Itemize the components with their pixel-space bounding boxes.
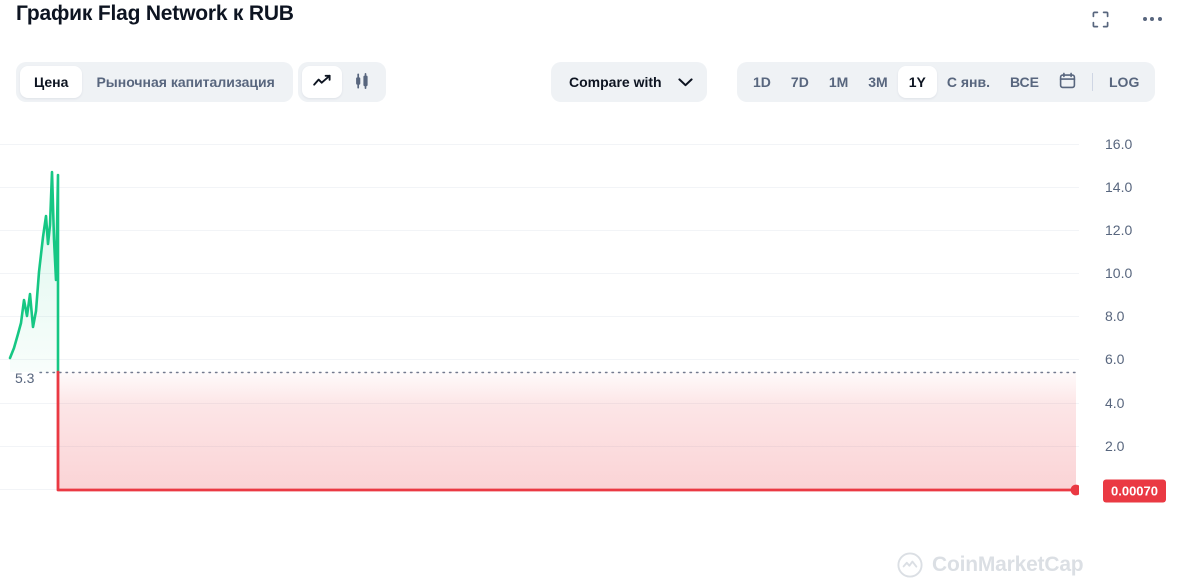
dot: [1157, 17, 1162, 21]
range-ytd[interactable]: С янв.: [937, 66, 1000, 98]
log-scale-button[interactable]: LOG: [1099, 66, 1149, 98]
reference-line-label: 5.3: [15, 370, 35, 386]
y-axis-tick: 2.0: [1105, 438, 1125, 454]
tab-price[interactable]: Цена: [20, 66, 83, 98]
chart-plot[interactable]: 5.3: [0, 120, 1079, 505]
y-axis-tick: 16.0: [1105, 136, 1133, 152]
candlestick-chart-button[interactable]: [342, 66, 382, 98]
tab-market-cap[interactable]: Рыночная капитализация: [82, 66, 288, 98]
range-1y[interactable]: 1Y: [897, 66, 937, 98]
chart-header: График Flag Network к RUB: [0, 0, 1183, 50]
fullscreen-icon[interactable]: [1087, 6, 1113, 32]
compare-with-label: Compare with: [569, 74, 662, 90]
y-axis-tick: 14.0: [1105, 179, 1133, 195]
range-3m[interactable]: 3M: [858, 66, 897, 98]
watermark-text: CoinMarketCap: [932, 553, 1084, 576]
range-all[interactable]: ВСЕ: [1000, 66, 1049, 98]
time-range-group: 1D 7D 1M 3M 1Y С янв. ВСЕ LOG: [737, 62, 1156, 102]
header-actions: [1087, 6, 1165, 32]
y-axis-tick: 8.0: [1105, 308, 1125, 324]
y-axis-tick: 12.0: [1105, 222, 1133, 238]
coinmarketcap-watermark: CoinMarketCap: [897, 552, 1084, 578]
y-axis-tick: 4.0: [1105, 395, 1125, 411]
line-chart-icon: [313, 74, 331, 91]
candlestick-chart-icon: [353, 72, 371, 92]
calendar-button[interactable]: [1049, 66, 1086, 98]
coinmarketcap-logo-icon: [897, 552, 923, 578]
range-7d[interactable]: 7D: [781, 66, 819, 98]
chart-page: График Flag Network к RUB Цена Рыночная …: [0, 0, 1183, 578]
chevron-down-icon: [677, 77, 693, 87]
page-title: График Flag Network к RUB: [16, 2, 294, 25]
toolbar-divider: [1092, 73, 1093, 91]
line-chart-button[interactable]: [302, 66, 342, 98]
more-options-icon[interactable]: [1139, 6, 1165, 32]
calendar-icon: [1059, 72, 1076, 92]
range-1m[interactable]: 1M: [819, 66, 858, 98]
dot: [1150, 17, 1154, 21]
y-axis-tick: 10.0: [1105, 265, 1133, 281]
compare-with-dropdown[interactable]: Compare with: [551, 62, 707, 102]
dot: [1142, 17, 1147, 21]
downtrend-area: [58, 372, 1076, 490]
range-1d[interactable]: 1D: [743, 66, 781, 98]
chart-svg: [0, 144, 1079, 496]
chart-toolbar: Цена Рыночная капитализация Compare with…: [0, 62, 1183, 106]
metric-tab-group: Цена Рыночная капитализация: [16, 62, 293, 102]
chart-type-group: [298, 62, 386, 102]
y-axis-tick: 6.0: [1105, 351, 1125, 367]
chart-area: CoinMarketCap 5.3 16.0 14.0 12.0 10.0 8.…: [0, 120, 1183, 578]
chart-y-axis: 16.0 14.0 12.0 10.0 8.0 6.0 4.0 2.0 0.00…: [1079, 120, 1183, 505]
last-price-badge: 0.00070: [1103, 479, 1166, 503]
